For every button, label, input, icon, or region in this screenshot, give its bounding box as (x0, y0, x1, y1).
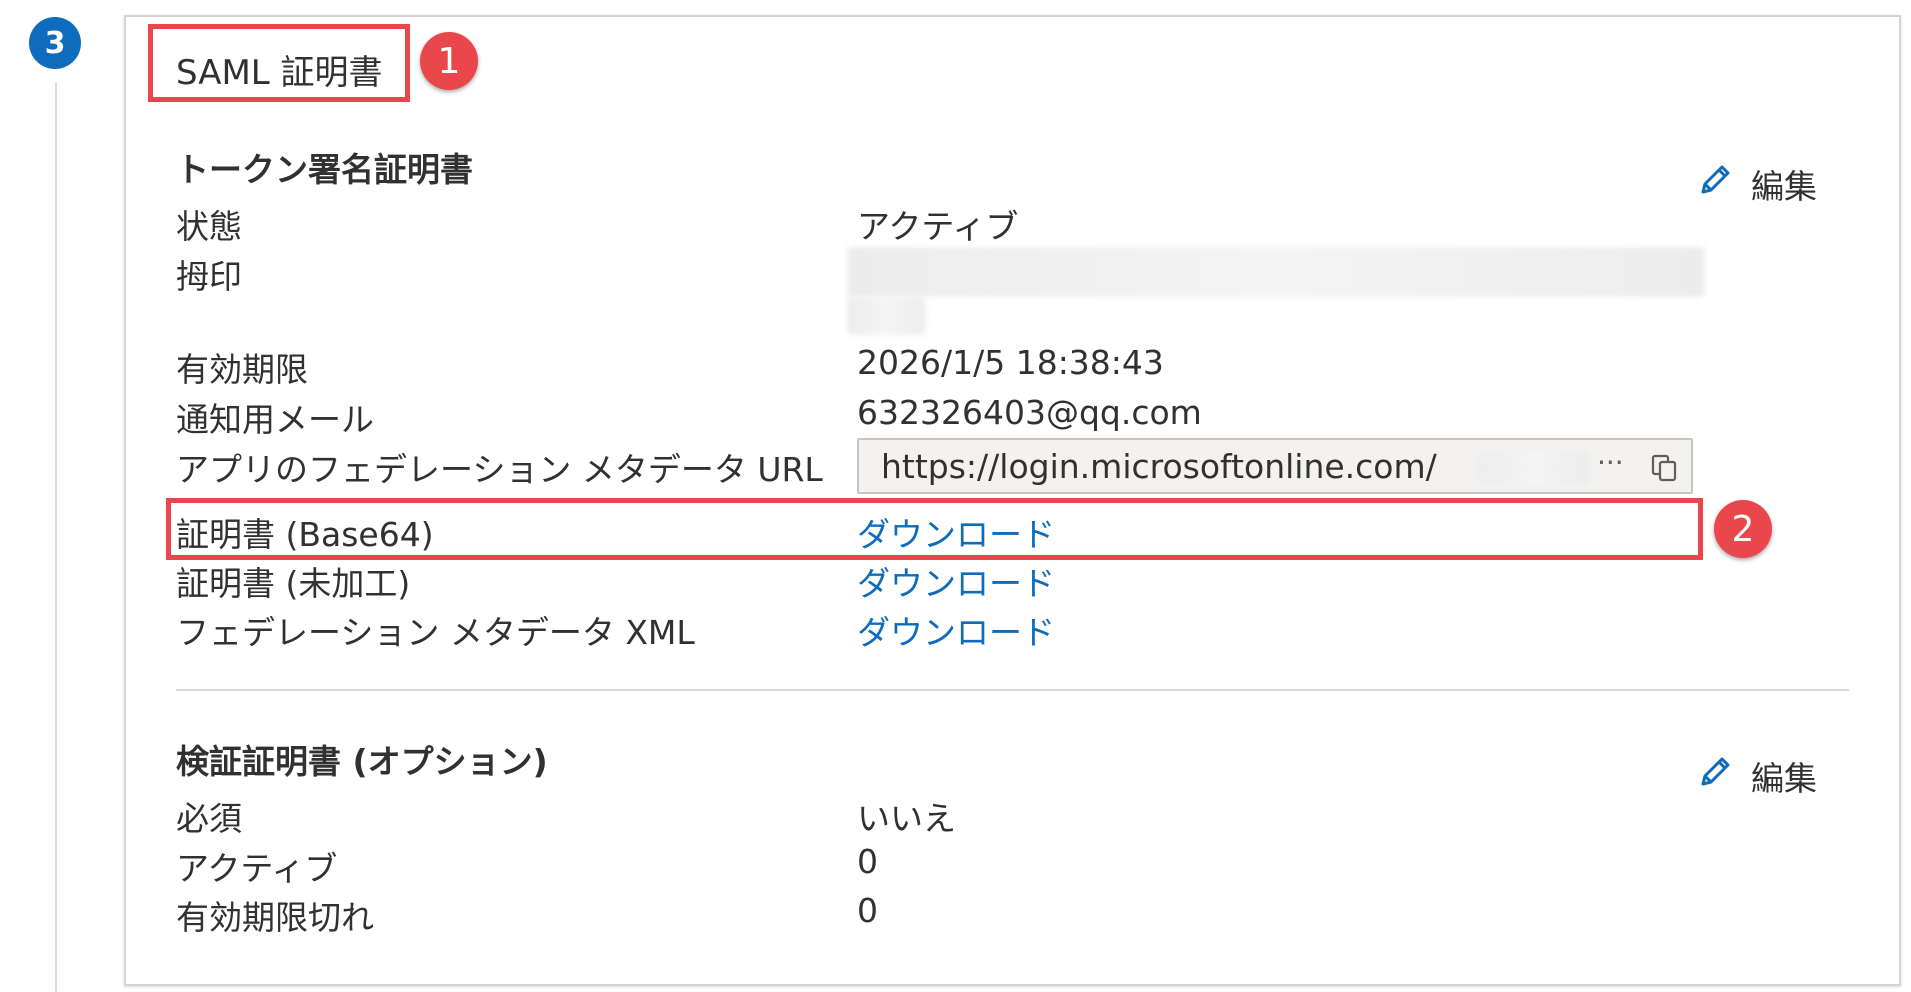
metadata-url-text: https://login.microsoftonline.com/ (881, 447, 1437, 486)
metadata-url-label: アプリのフェデレーション メタデータ URL (176, 450, 823, 489)
thumbprint-value-redacted-line2 (847, 297, 925, 335)
cert-raw-download-link[interactable]: ダウンロード (857, 557, 1055, 605)
token-signing-edit-button[interactable]: 編集 (1695, 160, 1817, 208)
expired-value: 0 (857, 891, 878, 930)
annotation-box-2 (166, 498, 1703, 560)
annotation-box-1 (148, 24, 410, 102)
notification-email-value: 632326403@qq.com (857, 393, 1202, 432)
step-connector-line (55, 82, 57, 992)
active-label: アクティブ (176, 849, 338, 888)
notification-email-label: 通知用メール (176, 400, 374, 439)
section-divider (176, 689, 1849, 691)
cert-raw-label: 証明書 (未加工) (176, 564, 411, 603)
verification-title: 検証証明書 (オプション) (176, 742, 548, 781)
metadata-url-field[interactable]: https://login.microsoftonline.com/ ··· (857, 438, 1693, 494)
metadata-url-redacted (1479, 452, 1589, 484)
expiration-label: 有効期限 (176, 350, 308, 389)
required-label: 必須 (176, 799, 242, 838)
status-value: アクティブ (857, 207, 1019, 246)
federation-xml-label: フェデレーション メタデータ XML (176, 613, 695, 652)
required-value: いいえ (857, 799, 956, 838)
edit-label: 編集 (1751, 759, 1817, 798)
annotation-marker-1: 1 (420, 32, 478, 90)
active-value: 0 (857, 842, 878, 881)
federation-xml-download-link[interactable]: ダウンロード (857, 606, 1055, 654)
annotation-marker-2: 2 (1714, 500, 1772, 558)
status-label: 状態 (176, 207, 242, 246)
pencil-icon (1695, 752, 1735, 800)
expiration-value: 2026/1/5 18:38:43 (857, 343, 1164, 382)
copy-icon[interactable] (1649, 453, 1679, 487)
pencil-icon (1695, 160, 1735, 208)
thumbprint-value-redacted (847, 247, 1705, 297)
token-signing-title: トークン署名証明書 (176, 150, 473, 189)
verification-edit-button[interactable]: 編集 (1695, 752, 1817, 800)
url-ellipsis: ··· (1597, 446, 1624, 479)
thumbprint-label: 拇印 (176, 257, 242, 296)
edit-label: 編集 (1751, 167, 1817, 206)
expired-label: 有効期限切れ (176, 898, 374, 937)
step-badge: 3 (29, 17, 81, 69)
